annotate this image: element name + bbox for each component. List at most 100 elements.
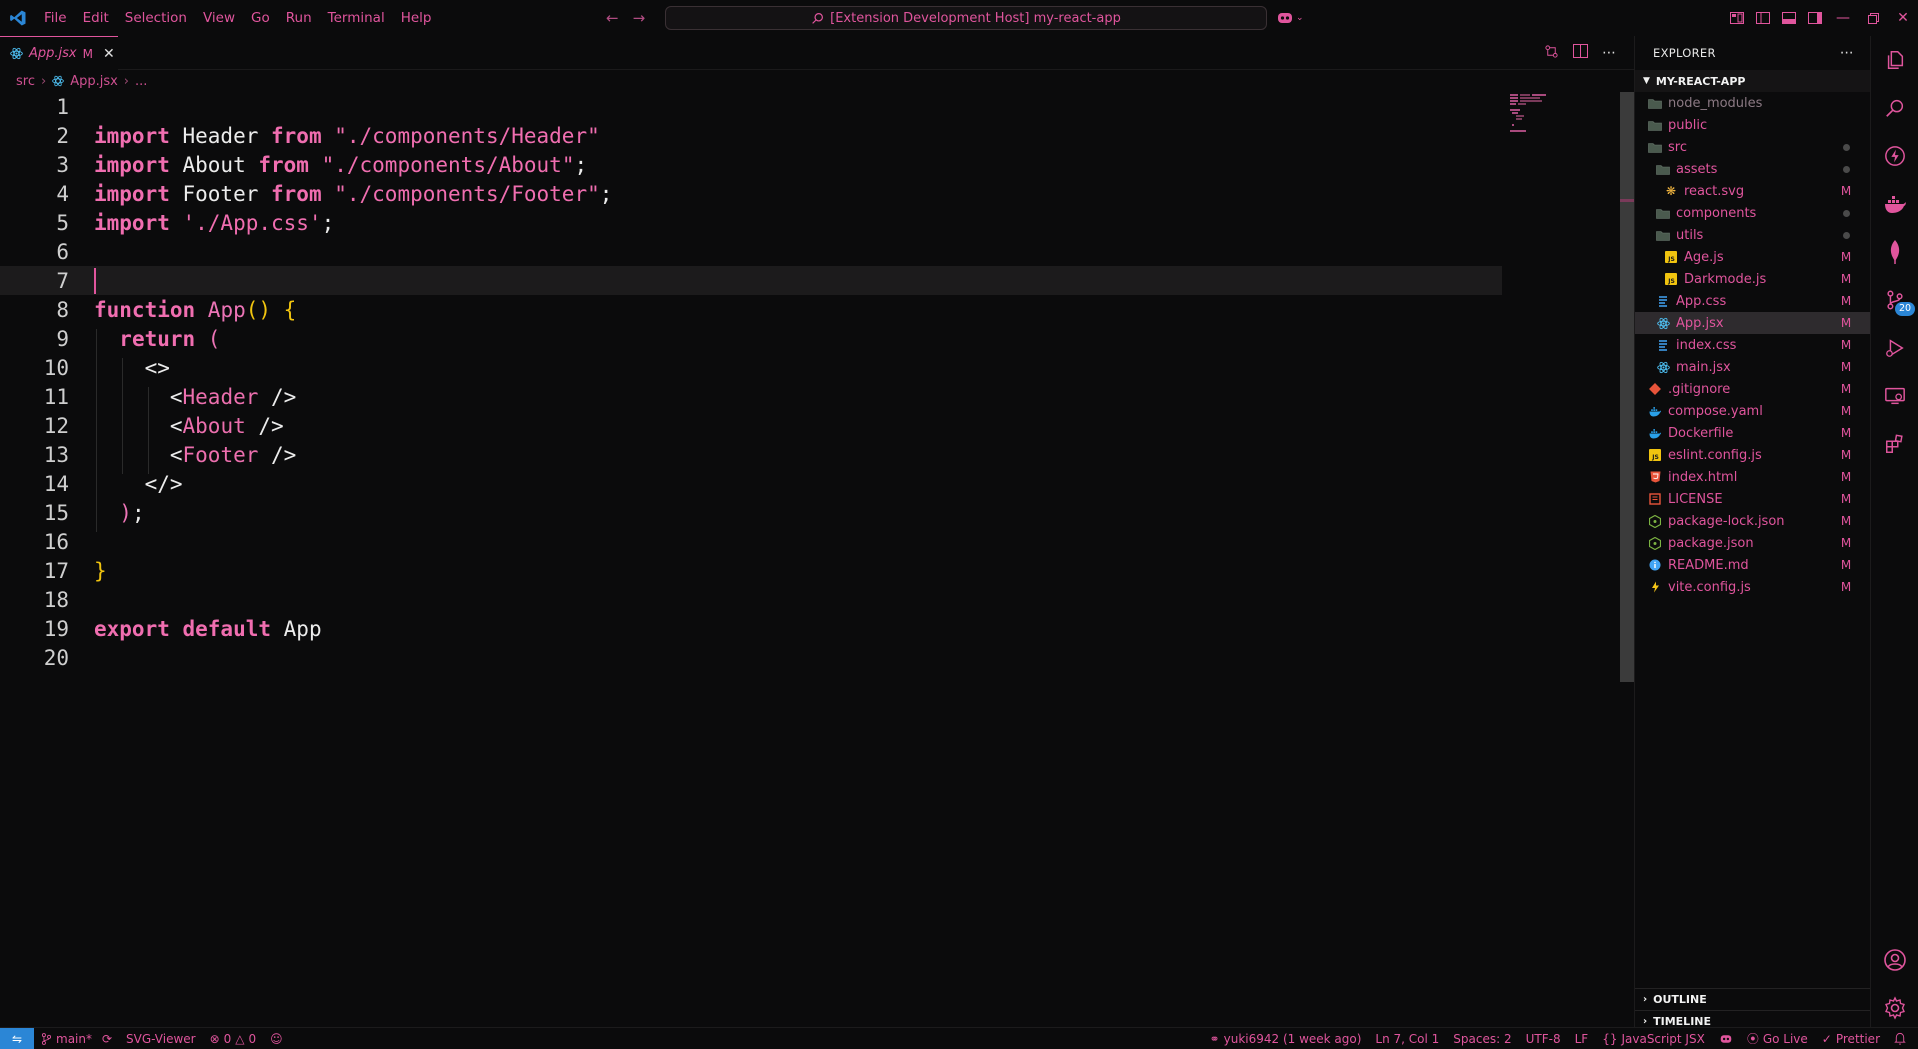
explorer-item[interactable]: assets [1635, 158, 1870, 180]
tab-app-jsx[interactable]: App.jsx M ✕ [0, 36, 118, 70]
split-editor-icon[interactable] [1573, 44, 1588, 62]
css-icon [1655, 295, 1671, 307]
code-line: 8 function App() { [0, 295, 1502, 324]
menu-edit[interactable]: Edit [75, 0, 117, 36]
go-live-button[interactable]: ⦿ Go Live [1740, 1030, 1815, 1047]
explorer-item[interactable]: components [1635, 202, 1870, 224]
prettier-status[interactable]: ✓ Prettier [1815, 1032, 1887, 1046]
code-text: function App() { [94, 297, 297, 322]
braces-icon: {} [1602, 1031, 1618, 1046]
lightning-icon[interactable] [1871, 132, 1918, 180]
sync-icon[interactable]: ⟳ [102, 1032, 112, 1046]
explorer-item[interactable]: package-lock.json M [1635, 510, 1870, 532]
explorer-item[interactable]: JS eslint.config.js M [1635, 444, 1870, 466]
notifications-bell-icon[interactable] [1887, 1032, 1918, 1045]
svg-icon: ❋ [1665, 184, 1677, 198]
explorer-item[interactable]: public [1635, 114, 1870, 136]
menu-file[interactable]: File [36, 0, 75, 36]
back-arrow-icon[interactable]: ← [606, 9, 619, 27]
problems-status[interactable]: ⊗ 0 △ 0 [203, 1032, 264, 1046]
explorer-item[interactable]: Dockerfile M [1635, 422, 1870, 444]
explorer-item[interactable]: vite.config.js M [1635, 576, 1870, 598]
line-number: 9 [56, 326, 69, 351]
breadcrumb-folder[interactable]: src [16, 74, 35, 89]
explorer-item[interactable]: LICENSE M [1635, 488, 1870, 510]
line-number: 18 [43, 587, 69, 612]
encoding[interactable]: UTF-8 [1519, 1032, 1568, 1046]
more-actions-icon[interactable]: ⋯ [1602, 45, 1616, 61]
docker-icon[interactable] [1871, 180, 1918, 228]
explorer-item[interactable]: src [1635, 136, 1870, 158]
breadcrumb-file[interactable]: App.jsx [70, 74, 118, 89]
more-actions-icon[interactable]: ⋯ [1840, 45, 1854, 61]
menu-help[interactable]: Help [393, 0, 440, 36]
branch-status[interactable]: main* ⟳ [34, 1032, 119, 1046]
close-window-icon[interactable]: ✕ [1888, 0, 1918, 36]
svg-viewer-status[interactable]: SVG-Viewer [119, 1032, 203, 1046]
explorer-item[interactable]: package.json M [1635, 532, 1870, 554]
menu-terminal[interactable]: Terminal [320, 0, 393, 36]
code-line: 15 ); [0, 498, 1502, 527]
explorer-item[interactable]: main.jsx M [1635, 356, 1870, 378]
explorer-item[interactable]: index.html M [1635, 466, 1870, 488]
end-of-line[interactable]: LF [1568, 1032, 1596, 1046]
window-controls: — ✕ [1724, 0, 1918, 36]
language-mode[interactable]: {} JavaScript JSX [1595, 1032, 1712, 1046]
explorer-item-label: components [1676, 205, 1757, 221]
close-tab-icon[interactable]: ✕ [103, 46, 115, 62]
feedback-smiley-icon[interactable]: ☺ [263, 1032, 290, 1046]
explorer-item-label: Dockerfile [1668, 425, 1734, 441]
minimize-icon[interactable]: — [1828, 0, 1858, 36]
run-debug-icon[interactable] [1871, 324, 1918, 372]
tab-label: App.jsx [29, 46, 77, 61]
extensions-icon[interactable] [1871, 420, 1918, 468]
outline-section[interactable]: › OUTLINE [1635, 988, 1871, 1010]
toggle-secondary-sidebar-icon[interactable] [1802, 0, 1828, 36]
menu-run[interactable]: Run [278, 0, 320, 36]
breadcrumb-more[interactable]: ... [135, 74, 147, 89]
chevron-right-icon: › [123, 73, 129, 89]
menu-selection[interactable]: Selection [117, 0, 195, 36]
copilot-menu[interactable]: ⌄ [1276, 0, 1304, 36]
indentation[interactable]: Spaces: 2 [1446, 1032, 1518, 1046]
code-editor[interactable]: 1 2 import Header from "./components/Hea… [0, 92, 1620, 1032]
settings-gear-icon[interactable] [1871, 984, 1918, 1032]
remote-explorer-icon[interactable] [1871, 372, 1918, 420]
code-line: 16 [0, 527, 1502, 556]
open-changes-icon[interactable] [1544, 44, 1559, 63]
explorer-item[interactable]: App.jsx M [1635, 312, 1870, 334]
copilot-status-icon[interactable] [1712, 1033, 1740, 1045]
remote-indicator-icon[interactable]: ⇋ [0, 1027, 34, 1049]
explorer-item[interactable]: JS Age.js M [1635, 246, 1870, 268]
explorer-item[interactable]: ❋ react.svg M [1635, 180, 1870, 202]
restore-icon[interactable] [1858, 0, 1888, 36]
explorer-item[interactable]: index.css M [1635, 334, 1870, 356]
source-control-icon[interactable]: 20 [1871, 276, 1918, 324]
editor-actions: ⋯ [1544, 36, 1616, 70]
explorer-item[interactable]: README.md M [1635, 554, 1870, 576]
command-center[interactable]: [Extension Development Host] my-react-ap… [665, 6, 1267, 30]
toggle-primary-sidebar-icon[interactable] [1750, 0, 1776, 36]
explorer-item[interactable]: utils [1635, 224, 1870, 246]
explorer-item[interactable]: JS Darkmode.js M [1635, 268, 1870, 290]
toggle-panel-icon[interactable] [1776, 0, 1802, 36]
forward-arrow-icon[interactable]: → [633, 9, 646, 27]
git-blame-status[interactable]: ⚭ yuki6942 (1 week ago) [1203, 1032, 1369, 1046]
cursor-position[interactable]: Ln 7, Col 1 [1368, 1032, 1446, 1046]
search-icon[interactable] [1871, 84, 1918, 132]
menu-view[interactable]: View [195, 0, 243, 36]
editor-scrollbar[interactable] [1620, 92, 1634, 682]
explorer-item[interactable]: compose.yaml M [1635, 400, 1870, 422]
explorer-item[interactable]: App.css M [1635, 290, 1870, 312]
menu-go[interactable]: Go [243, 0, 278, 36]
customize-layout-icon[interactable] [1724, 0, 1750, 36]
line-number: 1 [56, 94, 69, 119]
explorer-item[interactable]: node_modules [1635, 92, 1870, 114]
account-icon[interactable] [1871, 936, 1918, 984]
minimap[interactable] [1508, 92, 1548, 132]
explorer-item[interactable]: .gitignore M [1635, 378, 1870, 400]
workspace-root[interactable]: ▼ MY-REACT-APP [1635, 70, 1870, 92]
code-line: 9 return ( [0, 324, 1502, 353]
mongodb-leaf-icon[interactable] [1871, 228, 1918, 276]
explorer-files-icon[interactable] [1871, 36, 1918, 84]
